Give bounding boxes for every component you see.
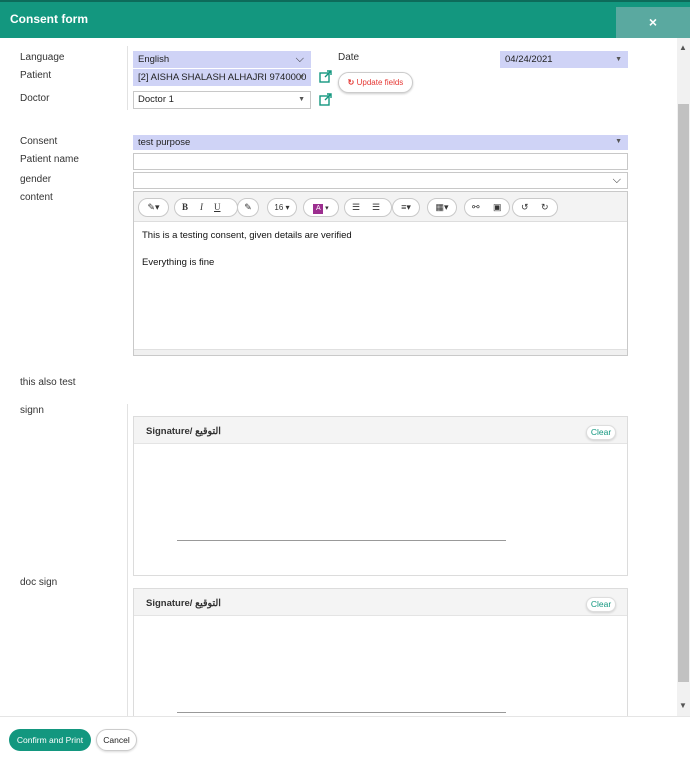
patient-select[interactable]: [2] AISHA SHALASH ALHAJRI 9740000 ▼ <box>133 69 311 86</box>
caret-down-icon: ▾ <box>283 203 290 212</box>
external-link-icon[interactable] <box>319 93 332 106</box>
gender-label: gender <box>20 174 52 185</box>
caret-down-icon: ▼ <box>298 74 305 81</box>
editor-line: This is a testing consent, given details… <box>142 230 352 241</box>
patient-name-input[interactable] <box>133 153 628 170</box>
patient-value: [2] AISHA SHALASH ALHAJRI 9740000 <box>138 72 307 83</box>
consent-label: Consent <box>20 136 58 147</box>
font-size-button[interactable]: 16 ▾ <box>267 198 297 217</box>
close-icon: × <box>648 14 658 30</box>
redo-icon[interactable]: ↻ <box>541 199 549 216</box>
modal-header: Consent form × <box>0 0 690 38</box>
signature-pad[interactable]: Signature/ التوقيع Clear <box>133 588 628 716</box>
close-button[interactable]: × <box>616 7 690 38</box>
signature-title: Signature/ التوقيع <box>146 426 221 437</box>
patient-label: Patient <box>20 70 52 81</box>
signature-baseline <box>177 712 506 713</box>
scroll-up-arrow-icon[interactable]: ▲ <box>679 43 687 52</box>
date-value: 04/24/2021 <box>505 54 553 65</box>
modal-title: Consent form <box>10 12 88 26</box>
signature-label: doc sign <box>20 577 58 588</box>
magic-wand-icon: ✎▾ <box>147 202 160 212</box>
scroll-down-arrow-icon[interactable]: ▼ <box>679 701 687 710</box>
table-button[interactable]: ▦▾ <box>427 198 457 217</box>
bold-icon[interactable]: B <box>182 199 188 216</box>
text-color-button[interactable]: A ▾ <box>303 198 339 217</box>
signature-label: signn <box>20 405 44 416</box>
language-value: English <box>138 54 170 65</box>
modal-footer: Confirm and Print Cancel <box>0 716 690 760</box>
signature-header: Signature/ التوقيع Clear <box>134 417 627 444</box>
italic-icon[interactable]: I <box>200 199 203 216</box>
underline-icon[interactable]: U <box>214 199 221 216</box>
content-label: content <box>20 192 53 203</box>
date-field[interactable]: 04/24/2021 ▼ <box>500 51 628 68</box>
scrollbar-thumb[interactable] <box>678 104 689 682</box>
history-group: ↺ ↻ <box>512 198 558 217</box>
caret-down-icon: ▼ <box>298 96 305 103</box>
date-label: Date <box>338 52 360 63</box>
cancel-button[interactable]: Cancel <box>96 729 137 751</box>
rich-text-editor[interactable]: ✎▾ B I U ✎ 16 ▾ A ▾ ☰ ☰ ≡▾ ▦▾ ⚯ ▣ ↺ ↻ Th… <box>133 191 628 356</box>
caret-down-icon: ▼ <box>615 138 622 145</box>
language-label: Language <box>20 52 65 63</box>
external-link-icon[interactable] <box>319 70 332 83</box>
eraser-button[interactable]: ✎ <box>237 198 259 217</box>
editor-line: Everything is fine <box>142 257 215 268</box>
language-select[interactable]: English ⌵ <box>133 51 311 68</box>
caret-down-icon: ▼ <box>615 56 622 63</box>
font-size-value: 16 <box>274 203 284 212</box>
numbered-list-icon[interactable]: ☰ <box>372 199 380 216</box>
editor-resize-handle[interactable] <box>134 349 627 355</box>
refresh-icon: ↻ <box>347 78 355 87</box>
scrollbar[interactable]: ▲ ▼ <box>677 38 690 716</box>
confirm-print-button[interactable]: Confirm and Print <box>9 729 91 751</box>
format-group: B I U <box>174 198 238 217</box>
signature-pad[interactable]: Signature/ التوقيع Clear <box>133 416 628 576</box>
link-icon[interactable]: ⚯ <box>472 199 480 216</box>
picture-icon[interactable]: ▣ <box>493 199 502 216</box>
update-fields-button[interactable]: ↻ Update fields <box>338 72 413 93</box>
signature-baseline <box>177 540 506 541</box>
magic-style-button[interactable]: ✎▾ <box>138 198 169 217</box>
align-icon: ≡▾ <box>401 202 411 212</box>
clear-signature-button[interactable]: Clear <box>586 425 616 440</box>
list-group: ☰ ☰ <box>344 198 392 217</box>
update-fields-label: Update fields <box>356 78 404 87</box>
consent-select[interactable]: test purpose ▼ <box>133 135 628 150</box>
chevron-down-icon: ⌵ <box>612 174 621 186</box>
eraser-icon: ✎ <box>244 202 252 212</box>
insert-group: ⚯ ▣ <box>464 198 510 217</box>
doctor-value: Doctor 1 <box>138 94 174 105</box>
label-divider <box>127 404 128 716</box>
gender-select[interactable]: ⌵ <box>133 172 628 189</box>
doctor-label: Doctor <box>20 93 50 104</box>
consent-value: test purpose <box>138 137 191 148</box>
chevron-down-icon: ⌵ <box>295 53 304 65</box>
signature-title: Signature/ التوقيع <box>146 598 221 609</box>
signature-header: Signature/ التوقيع Clear <box>134 589 627 616</box>
patient-name-label: Patient name <box>20 154 79 165</box>
extra-label: this also test <box>20 377 76 388</box>
undo-icon[interactable]: ↺ <box>521 199 529 216</box>
text-color-icon: A <box>313 204 324 214</box>
bullet-list-icon[interactable]: ☰ <box>352 199 360 216</box>
header-top-border <box>0 0 690 2</box>
editor-toolbar: ✎▾ B I U ✎ 16 ▾ A ▾ ☰ ☰ ≡▾ ▦▾ ⚯ ▣ ↺ ↻ <box>134 192 627 222</box>
table-icon: ▦▾ <box>435 202 449 212</box>
caret-down-icon: ▾ <box>323 204 329 212</box>
clear-signature-button[interactable]: Clear <box>586 597 616 612</box>
paragraph-button[interactable]: ≡▾ <box>392 198 420 217</box>
doctor-select[interactable]: Doctor 1 ▼ <box>133 91 311 109</box>
label-divider <box>127 46 128 110</box>
